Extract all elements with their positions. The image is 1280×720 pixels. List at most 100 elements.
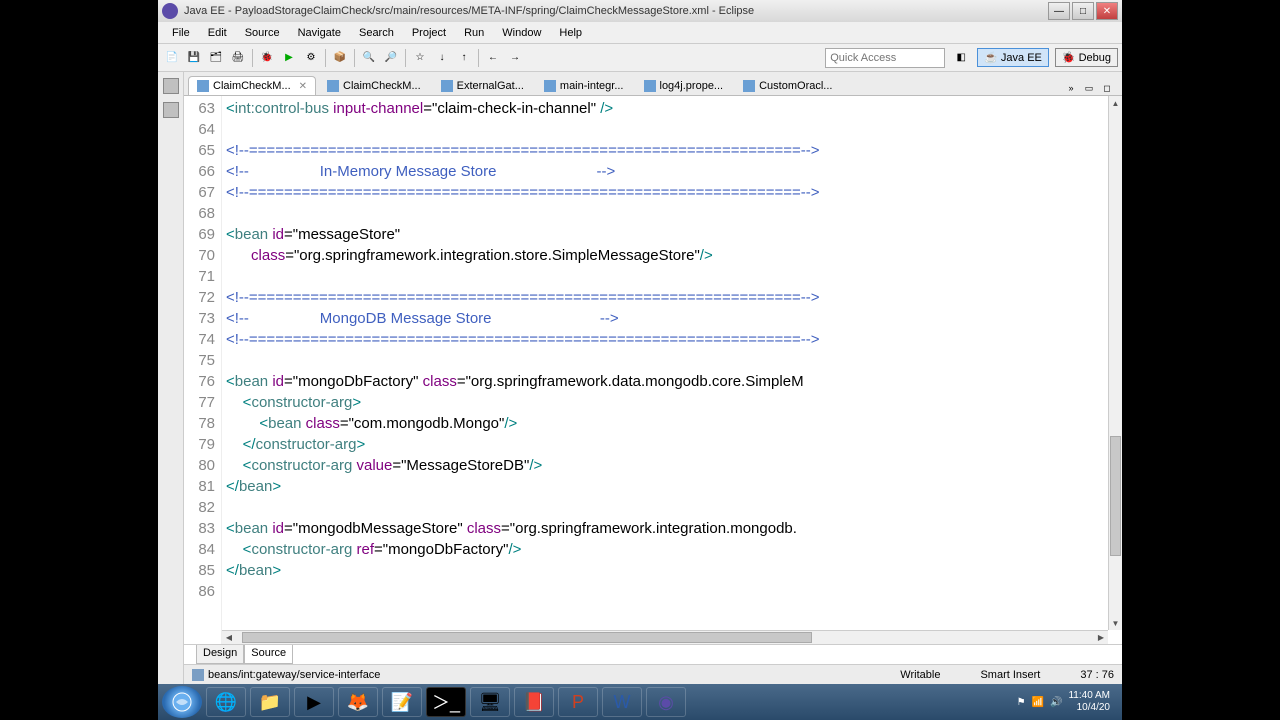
xml-file-icon [441,80,453,92]
taskbar-cmd[interactable]: ＞_ [426,687,466,717]
menu-project[interactable]: Project [404,25,454,41]
open-perspective-button[interactable]: ◧ [951,48,971,68]
vscroll-thumb[interactable] [1110,436,1121,556]
tab-claimcheck-active[interactable]: ClaimCheckM... ✕ [188,76,316,95]
toolbar: 📄 💾 🗂 🖨 🐞 ▶ ⚙ 📦 🔍 🔎 ☆ ↓ ↑ ← → ◧ ☕ Java E… [158,44,1122,72]
save-all-button[interactable]: 🗂 [206,48,226,68]
code-content[interactable]: <int:control-bus input-channel="claim-ch… [222,96,1122,644]
tab-externalgat[interactable]: ExternalGat... [432,76,533,95]
source-tab[interactable]: Source [244,645,293,664]
tray-volume-icon[interactable]: 🔊 [1050,697,1062,708]
system-tray[interactable]: ⚑ 📶 🔊 11:40 AM 10/4/20 [1017,690,1118,714]
debug-button[interactable]: 🐞 [257,48,277,68]
save-button[interactable]: 💾 [184,48,204,68]
taskbar-ie[interactable]: 🌐 [206,687,246,717]
properties-file-icon [644,80,656,92]
show-list-icon[interactable]: » [1064,81,1078,95]
taskbar-app1[interactable]: 🖥 [470,687,510,717]
taskbar-media[interactable]: ▶ [294,687,334,717]
line-number-gutter: 6364656667686970717273747576777879808182… [184,96,222,644]
tray-flag-icon[interactable]: ⚑ [1017,697,1026,708]
hscroll-thumb[interactable] [242,632,812,643]
quick-access-input[interactable] [825,48,945,68]
menu-file[interactable]: File [164,25,198,41]
scroll-left-icon[interactable]: ◀ [222,631,236,644]
statusbar: beans/int:gateway/service-interface Writ… [184,664,1122,684]
new-server-button[interactable]: 📦 [330,48,350,68]
tab-label: main-integr... [560,80,624,92]
design-tab[interactable]: Design [196,645,244,664]
new-button[interactable]: 📄 [162,48,182,68]
status-writable: Writable [900,669,940,681]
scroll-up-icon[interactable]: ▲ [1109,96,1122,110]
close-button[interactable]: ✕ [1096,2,1118,20]
perspective-javaee[interactable]: ☕ Java EE [977,48,1049,67]
scroll-right-icon[interactable]: ▶ [1094,631,1108,644]
menu-help[interactable]: Help [551,25,590,41]
titlebar: Java EE - PayloadStorageClaimCheck/src/m… [158,0,1122,22]
java-file-icon [743,80,755,92]
breadcrumb-icon [192,669,204,681]
minimize-editor-icon[interactable]: ▭ [1082,81,1096,95]
nav-back-button[interactable]: ← [483,48,503,68]
print-button[interactable]: 🖨 [228,48,248,68]
xml-file-icon [544,80,556,92]
menu-search[interactable]: Search [351,25,402,41]
restore-view-icon[interactable] [163,78,179,94]
taskbar-acrobat[interactable]: 📕 [514,687,554,717]
taskbar-firefox[interactable]: 🦊 [338,687,378,717]
menu-run[interactable]: Run [456,25,492,41]
tab-label: ClaimCheckM... [213,80,291,92]
menu-navigate[interactable]: Navigate [290,25,349,41]
menu-edit[interactable]: Edit [200,25,235,41]
taskbar-explorer[interactable]: 📁 [250,687,290,717]
perspective-javaee-label: Java EE [1001,52,1042,64]
tab-customoracl[interactable]: CustomOracl... [734,76,841,95]
vertical-scrollbar[interactable]: ▲ ▼ [1108,96,1122,630]
code-editor[interactable]: 6364656667686970717273747576777879808182… [184,96,1122,644]
eclipse-icon [162,3,178,19]
package-explorer-icon[interactable] [163,102,179,118]
perspective-debug-label: Debug [1079,52,1111,64]
start-button[interactable] [162,686,202,718]
tab-label: ExternalGat... [457,80,524,92]
nav-forward-button[interactable]: → [505,48,525,68]
horizontal-scrollbar[interactable]: ◀ ▶ [222,630,1108,644]
scroll-down-icon[interactable]: ▼ [1109,616,1122,630]
maximize-button[interactable]: □ [1072,2,1094,20]
taskbar-clock[interactable]: 11:40 AM 10/4/20 [1068,690,1110,714]
left-view-stack [158,72,184,684]
tray-network-icon[interactable]: 📶 [1032,697,1044,708]
menu-source[interactable]: Source [237,25,288,41]
clock-time: 11:40 AM [1068,690,1110,702]
taskbar-notepad[interactable]: 📝 [382,687,422,717]
taskbar-eclipse[interactable]: ◉ [646,687,686,717]
tab-close-icon[interactable]: ✕ [299,81,307,92]
menubar: File Edit Source Navigate Search Project… [158,22,1122,44]
tab-main-integr[interactable]: main-integr... [535,76,633,95]
minimize-button[interactable]: — [1048,2,1070,20]
debug-icon: 🐞 [1062,51,1076,64]
open-type-button[interactable]: 🔍 [359,48,379,68]
tab-log4j[interactable]: log4j.prope... [635,76,733,95]
perspective-debug[interactable]: 🐞 Debug [1055,48,1118,67]
search-button[interactable]: 🔎 [381,48,401,68]
xml-file-icon [327,80,339,92]
tab-label: CustomOracl... [759,80,832,92]
prev-annotation-button[interactable]: ↑ [454,48,474,68]
run-button[interactable]: ▶ [279,48,299,68]
tab-claimcheck-2[interactable]: ClaimCheckM... [318,76,430,95]
next-annotation-button[interactable]: ↓ [432,48,452,68]
taskbar-powerpoint[interactable]: P [558,687,598,717]
editor-page-tabs: Design Source [184,644,1122,664]
javaee-icon: ☕ [984,51,998,64]
toggle-mark-button[interactable]: ☆ [410,48,430,68]
maximize-editor-icon[interactable]: ◻ [1100,81,1114,95]
run-last-button[interactable]: ⚙ [301,48,321,68]
window-title: Java EE - PayloadStorageClaimCheck/src/m… [184,5,1048,17]
clock-date: 10/4/20 [1068,702,1110,714]
menu-window[interactable]: Window [494,25,549,41]
status-insert: Smart Insert [980,669,1040,681]
taskbar-word[interactable]: W [602,687,642,717]
status-position: 37 : 76 [1080,669,1114,681]
